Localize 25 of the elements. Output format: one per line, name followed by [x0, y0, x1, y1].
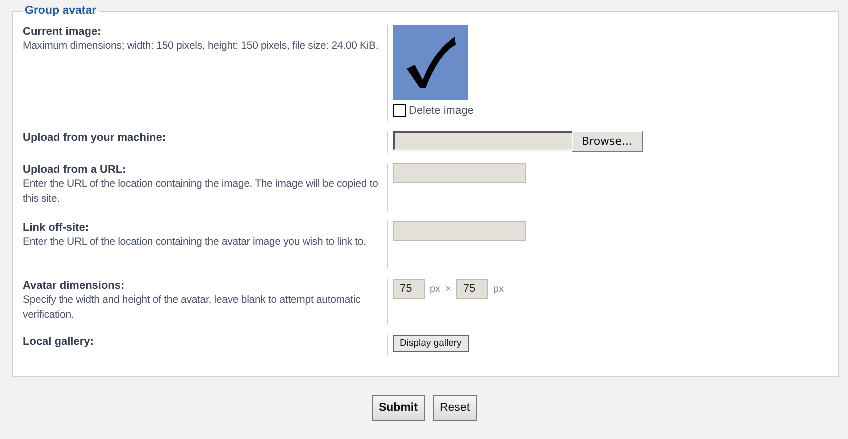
- checkbox-label: Delete image: [409, 104, 474, 116]
- unit-label: px: [493, 284, 504, 294]
- width-input-field[interactable]: 75: [393, 279, 425, 299]
- field-label: Link off-site:: [23, 221, 90, 235]
- height-input-field[interactable]: 75: [456, 279, 488, 299]
- field-label: Upload from your machine:: [23, 131, 168, 145]
- field-label: Upload from a URL:: [23, 163, 128, 177]
- field-description: Enter the URL of the location containing the image. The image will be copied to this site.: [23, 177, 379, 207]
- field-description: Specify the width and height of the avatar, leave blank to attempt automatic verification.: [23, 293, 362, 323]
- browse-button[interactable]: Browse...: [572, 131, 643, 152]
- reset-button[interactable]: Reset: [432, 395, 478, 421]
- field-label: Current image:: [23, 25, 102, 39]
- times-sign: ×: [446, 284, 452, 294]
- file-input-field[interactable]: [393, 131, 572, 151]
- unit-label: px: [430, 284, 441, 294]
- field-label: Local gallery:: [23, 335, 95, 349]
- field-label: Avatar dimensions:: [23, 279, 126, 293]
- delete-image-checkbox[interactable]: [393, 104, 406, 117]
- url-input-field[interactable]: [393, 163, 526, 183]
- field-description: Enter the URL of the location containing the avatar image you wish to link to.: [23, 235, 368, 250]
- panel-title: Group avatar: [24, 5, 98, 17]
- url-input-field[interactable]: [393, 221, 526, 241]
- submit-button[interactable]: Submit: [372, 395, 425, 421]
- display-gallery-button[interactable]: Display gallery: [393, 335, 469, 352]
- field-description: Maximum dimensions; width: 150 pixels, height: 150 pixels, file size: 24.00 KiB.: [23, 39, 379, 54]
